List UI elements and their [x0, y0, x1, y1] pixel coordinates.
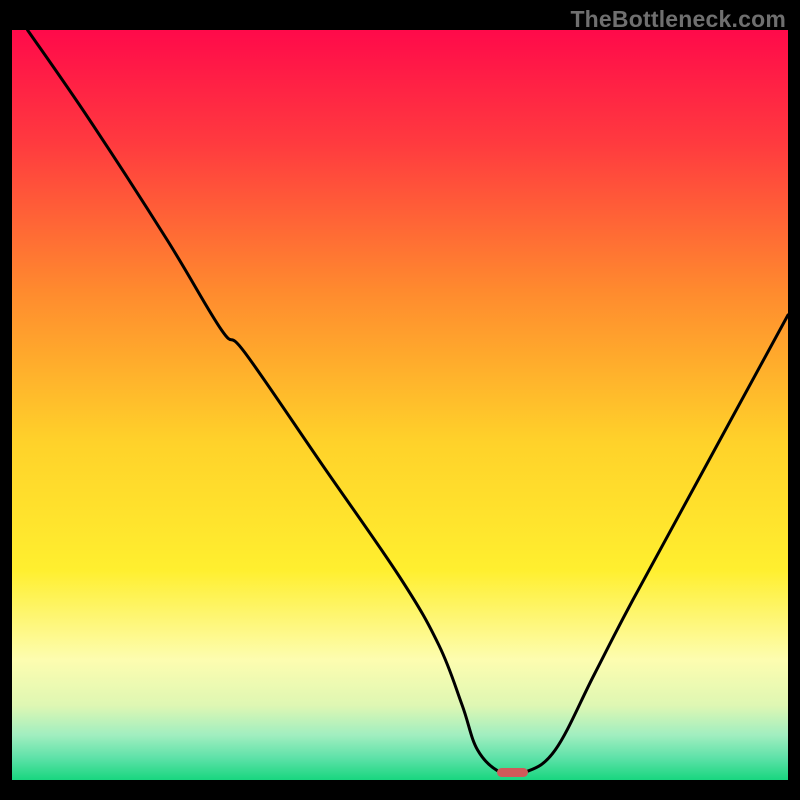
bottleneck-curve	[12, 30, 788, 780]
chart-container: TheBottleneck.com	[0, 0, 800, 800]
optimal-marker	[497, 768, 528, 777]
watermark-label: TheBottleneck.com	[570, 6, 786, 33]
plot-area	[12, 30, 788, 780]
